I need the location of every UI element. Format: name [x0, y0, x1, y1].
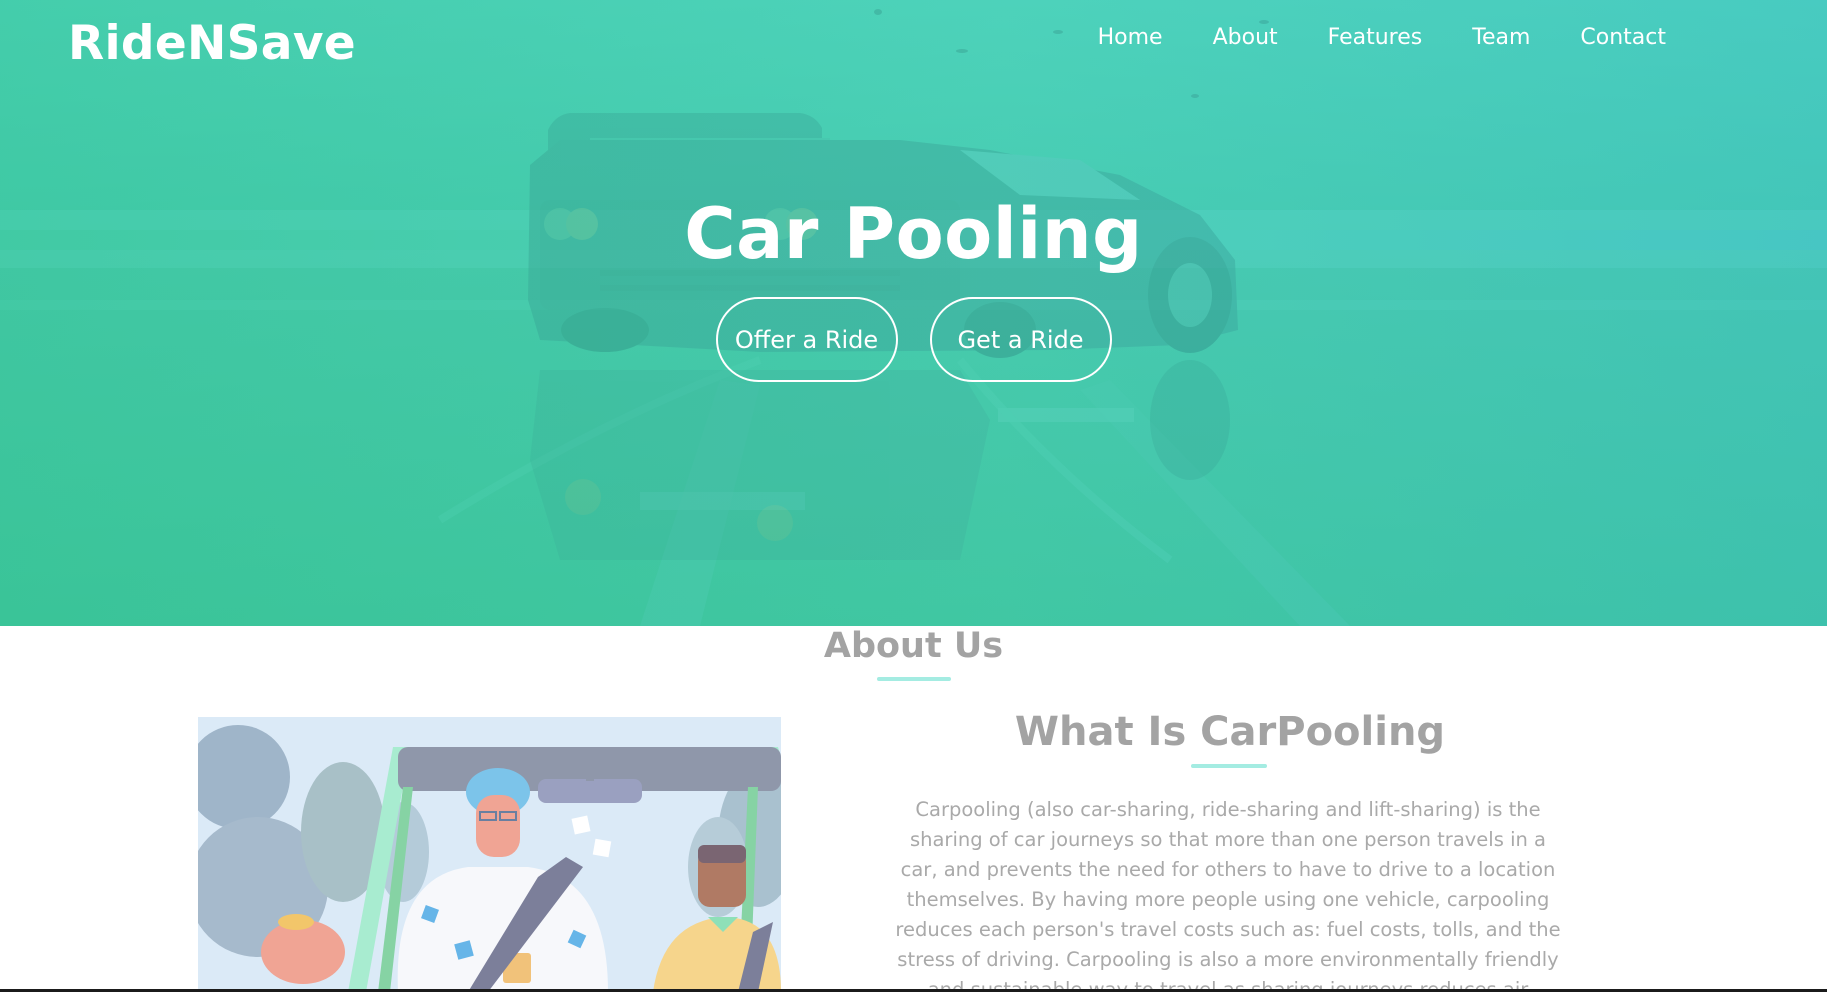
about-title-underline	[877, 677, 951, 681]
about-section-title: About Us	[823, 626, 1004, 666]
what-is-carpooling-title: What Is CarPooling	[1014, 709, 1446, 755]
nav-about[interactable]: About	[1188, 22, 1303, 54]
get-ride-button[interactable]: Get a Ride	[929, 297, 1112, 382]
brand-logo[interactable]: RideNSave	[68, 16, 356, 71]
main-nav: Home About Features Team Contact	[1073, 22, 1691, 54]
page: RideNSave Home About Features Team Conta…	[0, 0, 1827, 992]
nav-team[interactable]: Team	[1447, 22, 1555, 54]
what-title-underline	[1191, 764, 1267, 768]
nav-home[interactable]: Home	[1073, 22, 1188, 54]
hero-section: RideNSave Home About Features Team Conta…	[0, 0, 1827, 626]
hero-buttons: Offer a Ride Get a Ride	[0, 297, 1827, 382]
nav-contact[interactable]: Contact	[1555, 22, 1691, 54]
hero-title: Car Pooling	[684, 193, 1143, 275]
about-description: Carpooling (also car-sharing, ride-shari…	[895, 798, 1561, 992]
nav-features[interactable]: Features	[1303, 22, 1448, 54]
offer-ride-button[interactable]: Offer a Ride	[715, 297, 898, 382]
carpool-illustration	[198, 717, 781, 992]
